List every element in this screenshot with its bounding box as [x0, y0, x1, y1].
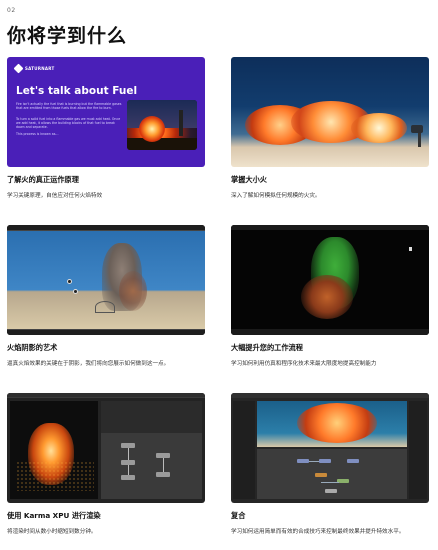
cursor-icon	[409, 247, 412, 251]
card-description: 学习如何运用简单而有效的合成技巧来控制最终效果并提升特效水平。	[231, 529, 405, 535]
card-thumbnail	[7, 393, 205, 503]
card-title: 掌握大小火	[231, 175, 267, 184]
card-workflow[interactable]: 大幅提升您的工作流程 学习如何利用仿真和程序化技术来最大限度地提高控制能力	[231, 225, 429, 367]
card-title: 使用 Karma XPU 进行渲染	[7, 511, 101, 520]
page-title: 你将学到什么	[7, 25, 128, 47]
card-fire-principles[interactable]: SATURNART Let's talk about Fuel Fire isn…	[7, 57, 205, 199]
card-fire-scale[interactable]: 掌握大小火 深入了解如何模拟任何规模的火灾。	[231, 57, 429, 199]
card-description: 深入了解如何模拟任何规模的火灾。	[231, 193, 321, 199]
card-description: 学习如何利用仿真和程序化技术来最大限度地提高控制能力	[231, 361, 377, 367]
slide-paragraph: To turn a solid fuel into a flammable ga…	[16, 117, 121, 130]
slide-title: Let's talk about Fuel	[16, 85, 138, 97]
card-thumbnail	[7, 225, 205, 335]
fire-image	[127, 100, 197, 150]
card-description: 将渲染时间从数小时缩短到数分钟。	[7, 529, 97, 535]
saturnart-logo: SATURNART	[13, 63, 55, 74]
card-thumbnail	[231, 225, 429, 335]
slide-paragraph: This process is known as...	[16, 132, 59, 136]
card-karma-xpu[interactable]: 使用 Karma XPU 进行渲染 将渲染时间从数小时缩短到数分钟。	[7, 393, 205, 535]
card-title: 火焰阴影的艺术	[7, 343, 58, 352]
card-title: 大幅提升您的工作流程	[231, 343, 303, 352]
card-thumbnail: SATURNART Let's talk about Fuel Fire isn…	[7, 57, 205, 167]
card-title: 复合	[231, 511, 246, 520]
card-fire-shading[interactable]: 火焰阴影的艺术 逼真火焰效果的关键在于阴影，我们将向您展示如何做到这一点。	[7, 225, 205, 367]
section-number: 02	[7, 7, 16, 14]
card-compositing[interactable]: 复合 学习如何运用简单而有效的合成技巧来控制最终效果并提升特效水平。	[231, 393, 429, 535]
slide-paragraph: Fire isn't actually the fuel that is bur…	[16, 102, 122, 111]
card-title: 了解火的真正运作原理	[7, 175, 79, 184]
card-description: 逼真火焰效果的关键在于阴影，我们将向您展示如何做到这一点。	[7, 361, 170, 367]
card-description: 学习关键原理，自信应对任何火焰特效	[7, 193, 103, 199]
card-thumbnail	[231, 393, 429, 503]
card-thumbnail	[231, 57, 429, 167]
